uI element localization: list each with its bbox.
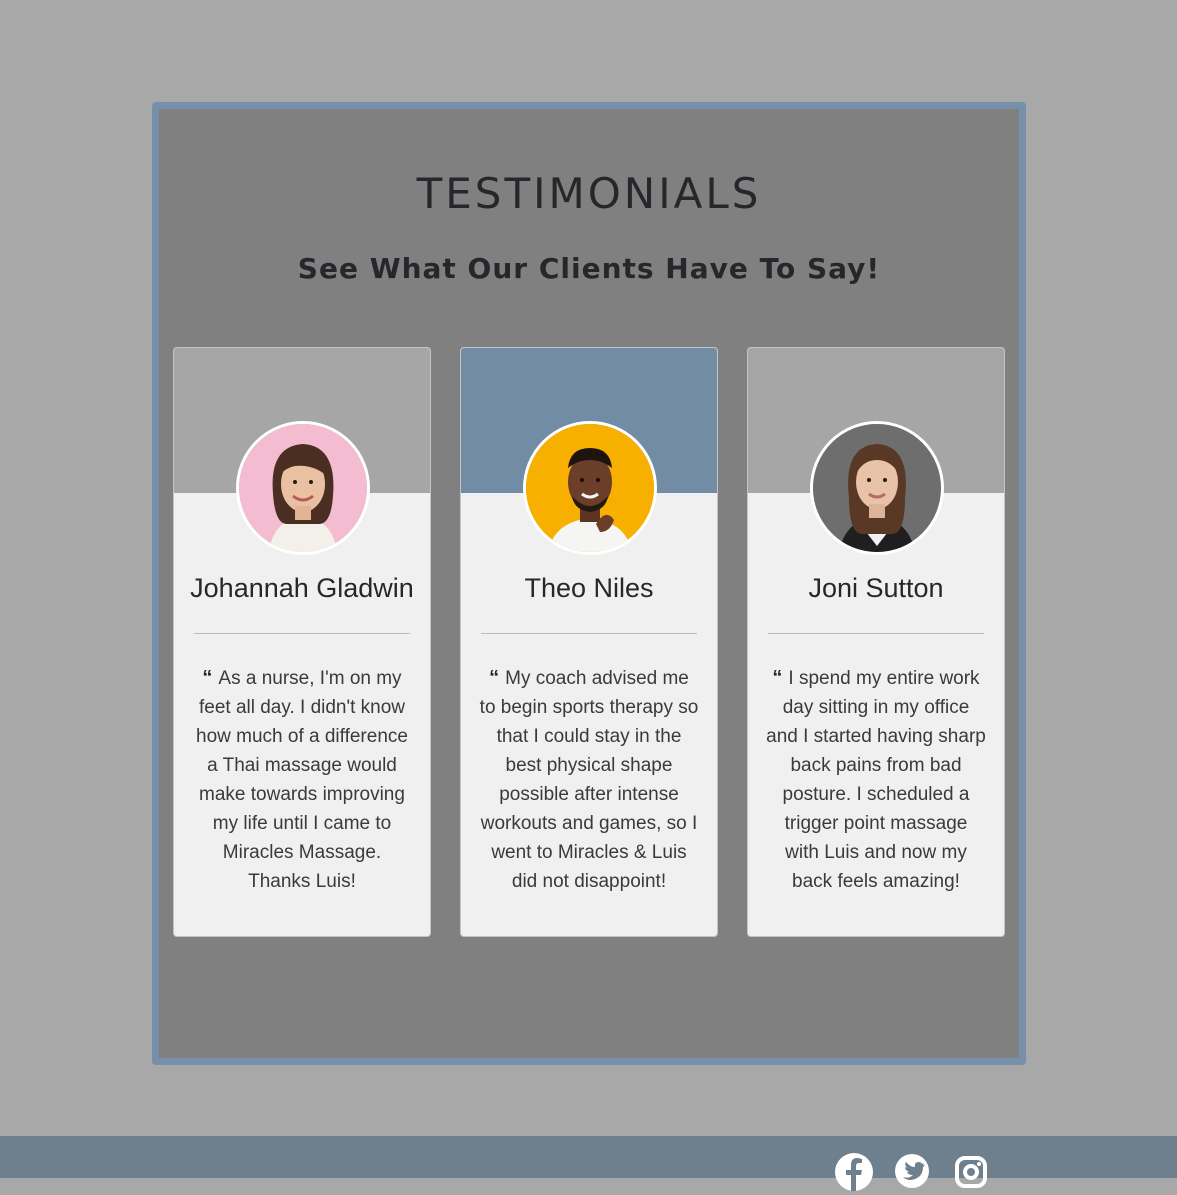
footer xyxy=(0,1136,1177,1191)
quote-text: I spend my entire work day sitting in my… xyxy=(766,668,986,892)
client-name: Johannah Gladwin xyxy=(190,573,414,603)
testimonial-card: Joni Sutton “I spend my entire work day … xyxy=(747,347,1005,937)
quote-icon: “ xyxy=(772,667,783,689)
client-name: Theo Niles xyxy=(524,573,654,603)
avatar xyxy=(810,421,944,555)
twitter-icon[interactable] xyxy=(895,1154,929,1188)
quote-text: My coach advised me to begin sports ther… xyxy=(479,668,699,892)
divider xyxy=(194,633,410,634)
divider xyxy=(481,633,697,634)
testimonials-section: TESTIMONIALS See What Our Clients Have T… xyxy=(152,102,1026,1065)
quote-icon: “ xyxy=(489,667,500,689)
testimonial-card: Theo Niles “My coach advised me to begin… xyxy=(460,347,718,937)
testimonial-quote: “As a nurse, I'm on my feet all day. I d… xyxy=(192,664,412,896)
section-title: TESTIMONIALS xyxy=(416,169,762,218)
client-name: Joni Sutton xyxy=(808,573,944,603)
avatar xyxy=(523,421,657,555)
divider xyxy=(768,633,984,634)
quote-text: As a nurse, I'm on my feet all day. I di… xyxy=(196,668,408,892)
section-subtitle: See What Our Clients Have To Say! xyxy=(297,252,881,285)
testimonial-quote: “My coach advised me to begin sports the… xyxy=(479,664,699,896)
instagram-icon[interactable] xyxy=(955,1156,987,1188)
facebook-icon[interactable] xyxy=(835,1153,873,1191)
avatar xyxy=(236,421,370,555)
testimonial-quote: “I spend my entire work day sitting in m… xyxy=(766,664,986,896)
quote-icon: “ xyxy=(202,667,213,689)
testimonial-card: Johannah Gladwin “As a nurse, I'm on my … xyxy=(173,347,431,937)
